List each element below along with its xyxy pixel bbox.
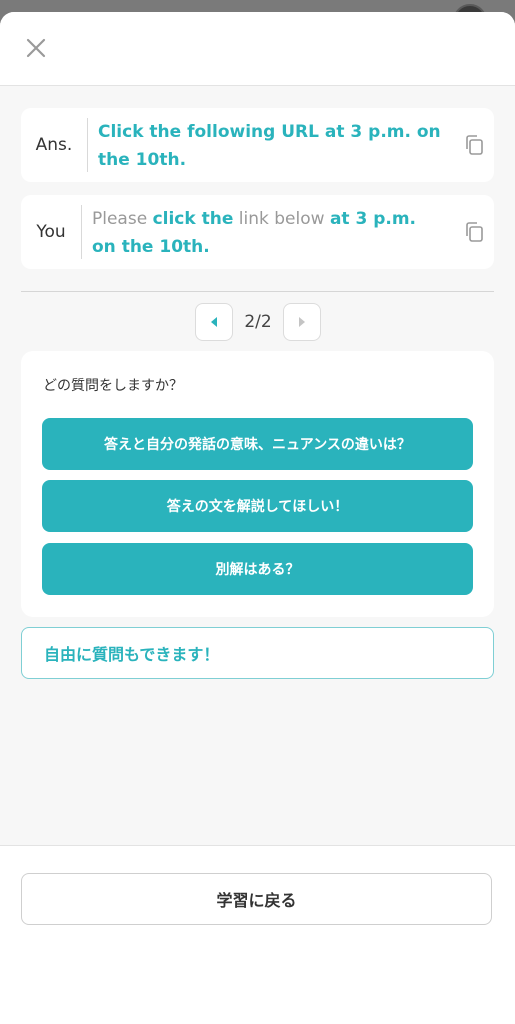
close-icon	[26, 38, 46, 58]
free-question-button[interactable]: 自由に質問もできます！	[21, 627, 494, 679]
next-page-button[interactable]	[282, 303, 321, 341]
copy-icon	[466, 135, 483, 155]
question-option-alternative-button[interactable]: 別解はある？	[42, 543, 473, 595]
user-utterance-card: You Please click the link below at 3 p.m…	[21, 195, 494, 269]
copy-utterance-button[interactable]	[454, 195, 494, 269]
footer: 学習に戻る	[0, 845, 515, 1024]
bottom-sheet: Ans. Click the following URL at 3 p.m. o…	[0, 12, 515, 1024]
sheet-header	[0, 12, 515, 86]
section-divider	[21, 291, 494, 292]
utterance-segment: Please	[92, 209, 153, 229]
question-options-card: どの質問をしますか？ 答えと自分の発話の意味、ニュアンスの違いは？ 答えの文を解…	[21, 351, 494, 617]
question-prompt: どの質問をしますか？	[43, 378, 183, 394]
user-utterance-text: Please click the link below at 3 p.m. on…	[82, 195, 454, 269]
utterance-segment: link below	[233, 209, 330, 229]
you-label: You	[36, 222, 66, 242]
chevron-left-icon	[211, 317, 217, 327]
copy-icon	[466, 222, 483, 242]
utterance-segment-match: click the	[152, 209, 234, 229]
close-button[interactable]	[22, 34, 50, 62]
back-to-study-button[interactable]: 学習に戻る	[21, 873, 492, 925]
chevron-right-icon	[298, 317, 305, 327]
answer-card: Ans. Click the following URL at 3 p.m. o…	[21, 108, 494, 182]
copy-answer-button[interactable]	[454, 108, 494, 182]
answer-text: Click the following URL at 3 p.m. on the…	[98, 122, 441, 170]
question-option-explain-button[interactable]: 答えの文を解説してほしい！	[42, 480, 473, 532]
question-option-nuance-button[interactable]: 答えと自分の発話の意味、ニュアンスの違いは？	[42, 418, 473, 470]
prev-page-button[interactable]	[195, 303, 233, 341]
free-question-label: 自由に質問もできます！	[44, 645, 220, 664]
page-indicator: 2/2	[244, 312, 272, 332]
pager: 2/2	[195, 303, 321, 341]
answer-label: Ans.	[35, 135, 73, 155]
